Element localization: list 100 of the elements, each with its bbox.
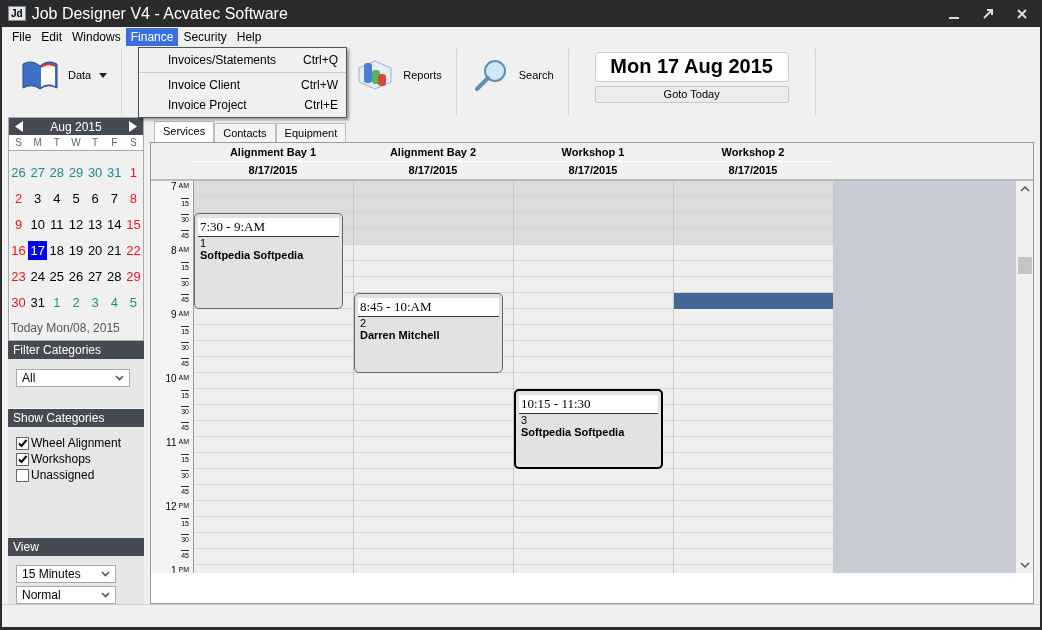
calendar-day[interactable]: 28 xyxy=(47,162,67,182)
tab[interactable]: Services xyxy=(154,121,215,142)
calendar-day[interactable]: 26 xyxy=(66,266,86,286)
calendar-day[interactable]: 10 xyxy=(28,214,48,234)
tab[interactable]: Contacts xyxy=(214,123,276,142)
window-title: Job Designer V4 - Acvatec Software xyxy=(31,4,289,23)
menu-item[interactable]: File xyxy=(7,28,37,46)
calendar-day[interactable]: 30 xyxy=(9,292,29,312)
calendar-day[interactable]: 27 xyxy=(85,266,105,286)
calendar-day[interactable]: 27 xyxy=(28,162,48,182)
menu-item[interactable]: Security xyxy=(178,28,232,46)
calendar-day[interactable]: 20 xyxy=(85,240,105,260)
calendar-day[interactable]: 12 xyxy=(66,214,86,234)
calendar-day[interactable]: 1 xyxy=(123,162,143,182)
schedule-column[interactable] xyxy=(674,181,834,573)
calendar-day[interactable]: 4 xyxy=(104,292,124,312)
calendar-day[interactable]: 2 xyxy=(66,292,86,312)
calendar-day[interactable]: 16 xyxy=(9,240,29,260)
calendar-day[interactable]: 13 xyxy=(85,214,105,234)
calendar-day[interactable]: 21 xyxy=(104,240,124,260)
next-month-icon[interactable] xyxy=(129,121,137,132)
calendar-day[interactable]: 3 xyxy=(85,292,105,312)
calendar-day[interactable]: 5 xyxy=(66,188,86,208)
section-header: Show Categories xyxy=(8,409,144,427)
scrollbar[interactable] xyxy=(1016,181,1033,573)
column-date: 8/17/2015 xyxy=(727,163,779,178)
calendar-day[interactable]: 28 xyxy=(104,266,124,286)
calendar-day[interactable]: 29 xyxy=(123,266,143,286)
scroll-down-icon[interactable] xyxy=(1019,561,1030,569)
weekday-label: T xyxy=(52,137,61,148)
menu-item[interactable]: Finance xyxy=(125,28,179,46)
calendar-day[interactable]: 8 xyxy=(123,188,143,208)
category-filter-select[interactable]: All xyxy=(16,369,130,387)
appointment-card[interactable]: 10:15 - 11:30 3 Softpedia Softpedia xyxy=(514,389,663,469)
calendar-day[interactable]: 4 xyxy=(47,188,67,208)
menu-option[interactable]: Invoice Project Ctrl+E xyxy=(139,95,346,115)
data-button[interactable]: Data xyxy=(10,58,118,106)
menu-item[interactable]: Windows xyxy=(67,28,126,46)
calendar-day[interactable]: 17 xyxy=(28,240,48,260)
calendar-day[interactable]: 7 xyxy=(104,188,124,208)
close-icon[interactable] xyxy=(1016,7,1028,20)
calendar-day[interactable]: 23 xyxy=(9,266,29,286)
checkbox[interactable] xyxy=(16,436,29,450)
calendar-day[interactable]: 19 xyxy=(66,240,86,260)
schedule-column[interactable]: 8:45 - 10:AM 2 Darren Mitchell xyxy=(354,181,514,573)
client-name: Softpedia Softpedia xyxy=(199,249,305,261)
calendar-day[interactable]: 26 xyxy=(9,162,29,182)
appointment-time: 8:45 - 10:AM xyxy=(358,298,499,317)
hour-label: 11 xyxy=(166,437,177,449)
calendar-day[interactable]: 31 xyxy=(28,292,48,312)
reports-button[interactable]: Reports xyxy=(345,58,452,106)
calendar-day[interactable]: 18 xyxy=(47,240,67,260)
menu-option[interactable]: Invoices/Statements Ctrl+Q xyxy=(139,50,346,73)
calendar-day[interactable]: 2 xyxy=(9,188,29,208)
previous-month-icon[interactable] xyxy=(15,121,23,132)
hour-label: 8 xyxy=(170,245,177,257)
interval-select[interactable]: 15 Minutes xyxy=(16,565,116,583)
checkbox-label: Wheel Alignment xyxy=(31,436,122,450)
caret-icon xyxy=(99,72,108,78)
search-button[interactable]: Search xyxy=(460,58,564,106)
calendar-day[interactable]: 25 xyxy=(47,266,67,286)
column-date: 8/17/2015 xyxy=(247,163,299,178)
checkbox[interactable] xyxy=(16,468,29,482)
calendar-day[interactable]: 5 xyxy=(123,292,143,312)
appointment-card[interactable]: 8:45 - 10:AM 2 Darren Mitchell xyxy=(354,293,503,373)
calendar-day[interactable]: 1 xyxy=(47,292,67,312)
calendar-day[interactable]: 29 xyxy=(66,162,86,182)
hour-label: 9 xyxy=(170,309,177,321)
calendar-day[interactable]: 31 xyxy=(104,162,124,182)
calendar-day[interactable]: 6 xyxy=(85,188,105,208)
today-label[interactable]: Today Mon/08, 2015 xyxy=(9,315,143,341)
calendar-day[interactable]: 30 xyxy=(85,162,105,182)
weekday-label: T xyxy=(91,137,100,148)
chevron-down-icon xyxy=(115,375,124,381)
chevron-down-icon xyxy=(101,571,110,577)
schedule-column[interactable]: 7:30 - 9:AM 1 Softpedia Softpedia xyxy=(194,181,354,573)
checkbox[interactable] xyxy=(16,452,29,466)
view-mode-select[interactable]: Normal xyxy=(16,586,116,604)
calendar-day[interactable]: 15 xyxy=(123,214,143,234)
calendar-day[interactable]: 11 xyxy=(47,214,67,234)
scroll-up-icon[interactable] xyxy=(1019,185,1030,193)
menu-option[interactable]: Invoice Client Ctrl+W xyxy=(139,75,346,95)
scroll-thumb[interactable] xyxy=(1017,257,1032,274)
calendar-day[interactable]: 24 xyxy=(28,266,48,286)
goto-today-button[interactable]: Goto Today xyxy=(594,85,789,103)
column-header: Workshop 1 xyxy=(513,143,673,162)
weekday-label: M xyxy=(32,137,43,148)
schedule-column[interactable]: 10:15 - 11:30 3 Softpedia Softpedia xyxy=(514,181,674,573)
calendar-day[interactable]: 3 xyxy=(28,188,48,208)
calendar-day[interactable]: 9 xyxy=(9,214,29,234)
calendar-day[interactable]: 22 xyxy=(123,240,143,260)
column-header: Alignment Bay 2 xyxy=(353,143,513,162)
menu-item[interactable]: Edit xyxy=(36,28,68,46)
maximize-icon[interactable] xyxy=(982,7,994,20)
date-display: Mon 17 Aug 2015 xyxy=(594,51,789,82)
menu-item[interactable]: Help xyxy=(231,28,267,46)
calendar-day[interactable]: 14 xyxy=(104,214,124,234)
hour-label: 10 xyxy=(165,373,177,385)
appointment-card[interactable]: 7:30 - 9:AM 1 Softpedia Softpedia xyxy=(194,213,343,309)
tab[interactable]: Equipment xyxy=(275,123,347,142)
